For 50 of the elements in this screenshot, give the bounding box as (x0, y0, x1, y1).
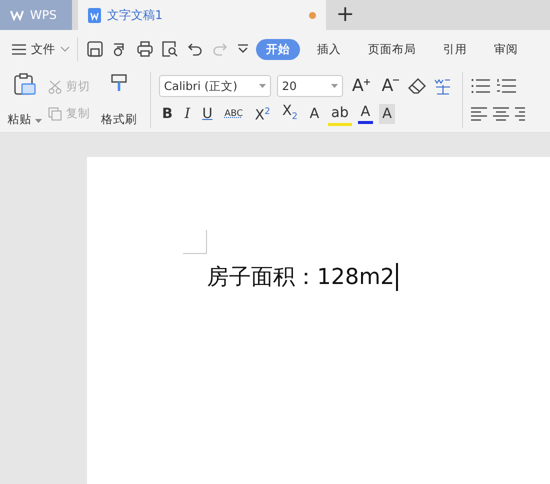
print-icon[interactable] (137, 41, 153, 57)
paste-button[interactable]: 粘贴 (8, 112, 42, 127)
format-painter-icon[interactable] (109, 73, 129, 93)
scissors-icon (48, 80, 62, 94)
sub-button[interactable]: X$_{2}$ (279, 101, 301, 127)
highlight-button[interactable]: ab (328, 102, 352, 126)
color-button[interactable]: A (358, 104, 374, 124)
align-right-icon[interactable] (515, 107, 526, 121)
margin-corner-mark (183, 230, 207, 254)
minus-icon (393, 79, 400, 81)
ribbon-tab[interactable]: 审阅 (484, 38, 528, 60)
align-left-icon[interactable] (471, 107, 488, 121)
align-center-icon[interactable] (493, 107, 510, 121)
wps-logo-icon (10, 9, 24, 21)
document-tab[interactable]: 文字文稿1 (78, 0, 326, 30)
paste-icon[interactable] (14, 73, 36, 95)
file-menu-button[interactable]: 文件 (12, 40, 70, 58)
eraser-icon[interactable] (408, 78, 426, 94)
plus-icon (364, 79, 370, 85)
italic-button[interactable]: I (182, 104, 194, 124)
underline-button[interactable]: U (199, 104, 216, 124)
strike-button[interactable]: ABC (221, 104, 246, 124)
bold-button[interactable]: B (159, 104, 176, 124)
document-text: 房子面积：128m2 (207, 264, 394, 292)
format-painter-button[interactable]: 格式刷 (101, 112, 137, 127)
copy-icon (48, 106, 62, 120)
shade-button[interactable]: A (379, 104, 395, 124)
caret-icon (259, 84, 266, 88)
undo-icon[interactable] (187, 41, 203, 57)
shrink-font-button[interactable]: A (378, 76, 402, 96)
ribbon-tab[interactable]: 引用 (433, 38, 477, 60)
grow-font-button[interactable]: A (349, 76, 373, 96)
caret-icon (331, 84, 338, 88)
ribbon-tab[interactable]: 插入 (307, 38, 351, 60)
sup-button[interactable]: X$^{2}$ (252, 102, 274, 126)
text-cursor (396, 263, 398, 291)
caret-icon (35, 119, 42, 123)
document-icon (88, 8, 101, 22)
font-name-field[interactable]: Calibri (正文) (159, 75, 271, 97)
save-icon[interactable] (87, 41, 103, 57)
dropdown-icon[interactable] (237, 44, 249, 54)
chevron-down-icon (60, 46, 70, 52)
new-tab-button[interactable]: + (326, 0, 364, 30)
menu-icon (12, 44, 26, 54)
effect-button[interactable]: A (306, 104, 322, 124)
font-size-field[interactable]: 20 (277, 75, 343, 97)
numbered-list-icon[interactable] (497, 79, 518, 93)
print-preview-icon[interactable] (162, 41, 178, 57)
bullet-list-icon[interactable] (471, 79, 492, 93)
ribbon-tab[interactable]: 页面布局 (358, 38, 426, 60)
